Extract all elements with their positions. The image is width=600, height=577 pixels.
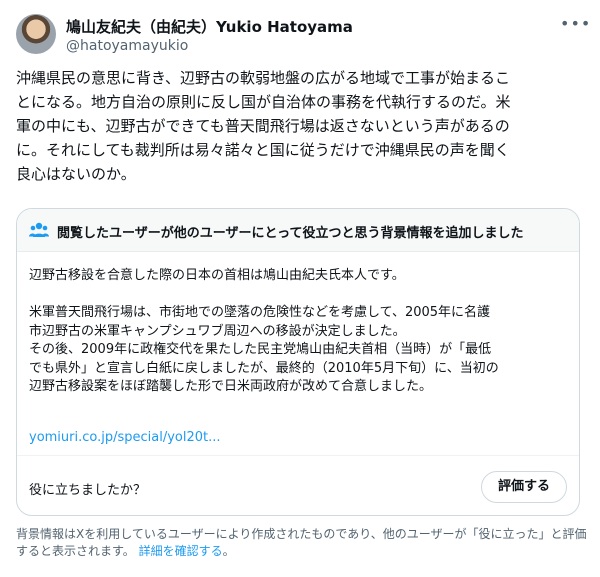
footer-end: 。: [222, 544, 235, 558]
rate-button[interactable]: 評価する: [481, 471, 567, 503]
learn-more-link[interactable]: 詳細を確認する: [139, 544, 223, 558]
divider: [17, 455, 579, 456]
more-horizontal-icon: •••: [560, 14, 592, 33]
community-note-title: 閲覧したユーザーが他のユーザーにとって役立つと思う背景情報を追加しました: [57, 226, 524, 241]
author-handle[interactable]: @hatoyamayukio: [66, 38, 188, 54]
helpful-question: 役に立ちましたか？: [29, 483, 147, 498]
avatar[interactable]: [16, 14, 56, 54]
community-note-header: 閲覧したユーザーが他のユーザーにとって役立つと思う背景情報を追加しました: [17, 209, 579, 252]
community-note-body: 辺野古移設を合意した際の日本の首相は鳩山由紀夫氏本人です。 米軍普天間飛行場は、…: [29, 268, 499, 394]
footer-text: 背景情報はXを利用しているユーザーにより作成されたものであり、他のユーザーが「役…: [16, 527, 587, 558]
author-name[interactable]: 鳩山友紀夫（由紀夫）Yukio Hatoyama: [66, 16, 353, 37]
tweet-text: 沖縄県民の意思に背き、辺野古の軟弱地盤の広がる地域で工事が始まるこ とになる。地…: [16, 69, 511, 183]
community-note-footer: 背景情報はXを利用しているユーザーにより作成されたものであり、他のユーザーが「役…: [16, 526, 588, 560]
more-options-button[interactable]: •••: [560, 14, 592, 36]
people-icon: [29, 222, 49, 237]
source-link[interactable]: yomiuri.co.jp/special/yol20t...: [29, 430, 221, 445]
community-note: 閲覧したユーザーが他のユーザーにとって役立つと思う背景情報を追加しました 辺野古…: [16, 208, 580, 516]
